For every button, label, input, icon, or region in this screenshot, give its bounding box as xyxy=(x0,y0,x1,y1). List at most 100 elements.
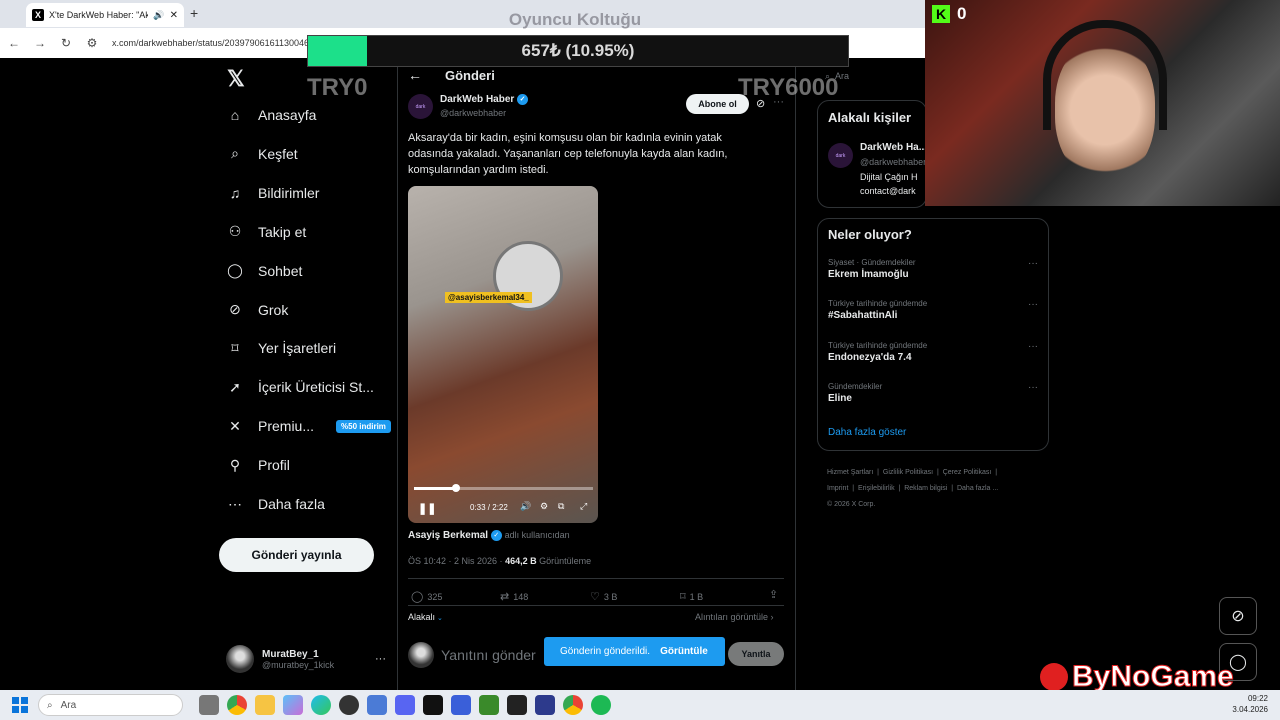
retweet-count: 148 xyxy=(513,591,529,602)
chrome-taskbar-icon[interactable] xyxy=(227,695,247,715)
profile-icon: ⚲ xyxy=(229,456,241,473)
close-tab-icon[interactable]: ✕ xyxy=(170,10,178,21)
site-info-icon[interactable]: ⚙ xyxy=(86,36,98,50)
trend-more-icon[interactable]: ··· xyxy=(1028,258,1038,269)
trend-item[interactable]: Türkiye tarihinde gündemde Endonezya'da 7… xyxy=(828,341,1038,363)
trend-more-icon[interactable]: ··· xyxy=(1028,299,1038,310)
back-nav-icon[interactable]: ← xyxy=(8,36,20,50)
bookmark-action[interactable]: ⌑ 1 B xyxy=(680,590,703,603)
new-tab-button[interactable]: + xyxy=(190,5,198,21)
footer-accessibility[interactable]: Erişilebilirlik xyxy=(858,485,895,492)
settings-icon[interactable]: ⚙ xyxy=(540,501,548,512)
back-arrow-icon[interactable]: ← xyxy=(408,67,422,83)
trend-item[interactable]: Gündemdekiler Eline ··· xyxy=(828,382,1038,404)
ea-icon[interactable] xyxy=(535,695,555,715)
sidebar-item-creator-studio[interactable]: ➚ İçerik Üreticisi St... xyxy=(226,378,374,396)
taskbar-search[interactable]: ⌕ Ara xyxy=(38,694,183,716)
chrome-alt-icon[interactable] xyxy=(563,695,583,715)
fullscreen-icon[interactable]: ⤢ xyxy=(580,501,587,512)
store-icon[interactable] xyxy=(367,695,387,715)
obs-icon[interactable] xyxy=(339,695,359,715)
volume-icon[interactable]: 🔊 xyxy=(520,501,531,512)
watermark-logo-icon xyxy=(1040,663,1068,691)
trend-item[interactable]: Türkiye tarihinde gündemde #SabahattinAli… xyxy=(828,299,1038,321)
video-source[interactable]: Asayiş Berkemal ✓ adlı kullanıcıdan xyxy=(408,530,570,541)
minecraft-icon[interactable] xyxy=(479,695,499,715)
sidebar-item-more[interactable]: ⋯ Daha fazla xyxy=(226,495,325,513)
author-name[interactable]: DarkWeb Haber xyxy=(440,94,514,105)
taskbar-clock[interactable]: 09:22 3.04.2026 xyxy=(1232,693,1268,715)
sidebar-item-bookmarks[interactable]: ⌑ Yer İşaretleri xyxy=(226,339,336,357)
show-more-link[interactable]: Daha fazla göster xyxy=(828,427,906,438)
sidebar-item-grok[interactable]: ⊘ Grok xyxy=(226,301,288,319)
author-avatar[interactable]: dark xyxy=(408,94,433,119)
sidebar-item-follow[interactable]: ⚇ Takip et xyxy=(226,223,307,241)
tweet-video[interactable]: @asayisberkemal34_ ❚❚ 0:33 / 2:22 🔊 ⚙ ⧉ … xyxy=(408,186,598,523)
author-name-row[interactable]: DarkWeb Haber ✓ xyxy=(440,94,529,105)
file-explorer-icon[interactable] xyxy=(255,695,275,715)
sidebar-item-profile[interactable]: ⚲ Profil xyxy=(226,456,290,474)
browser-tab[interactable]: X X'te DarkWeb Haber: "Aksa 🔊 ✕ xyxy=(26,3,184,27)
tweet-timestamp[interactable]: ÖS 10:42 · 2 Nis 2026 · xyxy=(408,556,505,566)
verified-icon: ✓ xyxy=(517,94,529,105)
account-switcher[interactable]: MuratBey_1 @muratbey_1kick ··· xyxy=(226,644,386,674)
forward-nav-icon[interactable]: → xyxy=(34,36,46,50)
taskbar-date: 3.04.2026 xyxy=(1232,705,1268,714)
reply-input[interactable]: Yanıtını gönder xyxy=(441,647,536,663)
spotify-icon[interactable] xyxy=(591,695,611,715)
capcut-icon[interactable] xyxy=(423,695,443,715)
retweet-action[interactable]: ⇄ 148 xyxy=(500,590,528,603)
trend-more-icon[interactable]: ··· xyxy=(1028,341,1038,352)
person-handle[interactable]: @darkwebhaber xyxy=(860,157,926,167)
video-scrubber[interactable] xyxy=(414,484,593,492)
pause-icon[interactable]: ❚❚ xyxy=(418,502,436,515)
terminal-icon[interactable] xyxy=(507,695,527,715)
footer-cookies[interactable]: Çerez Politikası xyxy=(943,469,992,476)
reply-icon: ◯ xyxy=(411,591,424,603)
sidebar-item-explore[interactable]: ⌕ Keşfet xyxy=(226,145,298,163)
pip-icon[interactable]: ⧉ xyxy=(558,501,564,512)
footer-terms[interactable]: Hizmet Şartları xyxy=(827,469,873,476)
app-icon[interactable] xyxy=(451,695,471,715)
x-logo-icon[interactable]: 𝕏 xyxy=(227,66,245,92)
sidebar-item-notifications[interactable]: ♫ Bildirimler xyxy=(226,184,320,202)
trend-name: Ekrem İmamoğlu xyxy=(828,269,909,280)
share-icon[interactable]: ⇪ xyxy=(769,588,778,601)
windows-start-icon[interactable] xyxy=(12,697,28,713)
relevant-sort[interactable]: Alakalı ⌄ xyxy=(408,612,443,622)
sidebar-item-chat[interactable]: ◯ Sohbet xyxy=(226,262,302,280)
account-more-icon[interactable]: ··· xyxy=(375,653,386,665)
reply-action[interactable]: ◯ 325 xyxy=(411,590,442,603)
like-action[interactable]: ♡ 3 B xyxy=(590,590,617,603)
speaker-icon[interactable]: 🔊 xyxy=(153,10,164,21)
trend-category: Gündemdekiler xyxy=(828,381,883,391)
footer-imprint[interactable]: Imprint xyxy=(827,485,848,492)
edge-icon[interactable] xyxy=(311,695,331,715)
footer-ads-info[interactable]: Reklam bilgisi xyxy=(904,485,947,492)
sidebar-item-premium[interactable]: ✕ Premiu... %50 indirim xyxy=(226,417,391,435)
author-handle[interactable]: @darkwebhaber xyxy=(440,108,506,118)
post-button[interactable]: Gönderi yayınla xyxy=(219,538,374,572)
toast-view-link[interactable]: Görüntüle xyxy=(660,646,708,657)
url-field[interactable]: x.com/darkwebhaber/status/20397906161130… xyxy=(112,38,309,48)
sidebar-item-home[interactable]: ⌂ Anasayfa xyxy=(226,106,317,124)
source-verified-icon: ✓ xyxy=(490,530,502,541)
grok-float-button[interactable]: ⊘ xyxy=(1219,597,1257,635)
trend-category: Siyaset · Gündemdekiler xyxy=(828,258,916,267)
source-name[interactable]: Asayiş Berkemal xyxy=(408,530,488,541)
goal-start-label: TRY0 xyxy=(307,74,368,101)
reload-icon[interactable]: ↻ xyxy=(60,36,72,50)
discord-icon[interactable] xyxy=(395,695,415,715)
person-avatar[interactable]: dark xyxy=(828,143,853,168)
person-name[interactable]: DarkWeb Ha... xyxy=(860,142,927,153)
footer-privacy[interactable]: Gizlilik Politikası xyxy=(883,469,933,476)
trend-item[interactable]: Siyaset · Gündemdekiler Ekrem İmamoğlu ··· xyxy=(828,258,1038,280)
copilot-icon[interactable] xyxy=(283,695,303,715)
reply-button[interactable]: Yanıtla xyxy=(728,642,784,666)
trend-more-icon[interactable]: ··· xyxy=(1028,382,1038,393)
footer-more[interactable]: Daha fazla ... xyxy=(957,485,998,492)
task-view-icon[interactable] xyxy=(199,695,219,715)
tab-bar: X X'te DarkWeb Haber: "Aksa 🔊 ✕ + xyxy=(0,0,925,28)
video-scrubber-knob[interactable] xyxy=(451,484,460,492)
view-quotes-link[interactable]: Alıntıları görüntüle › xyxy=(695,612,774,622)
